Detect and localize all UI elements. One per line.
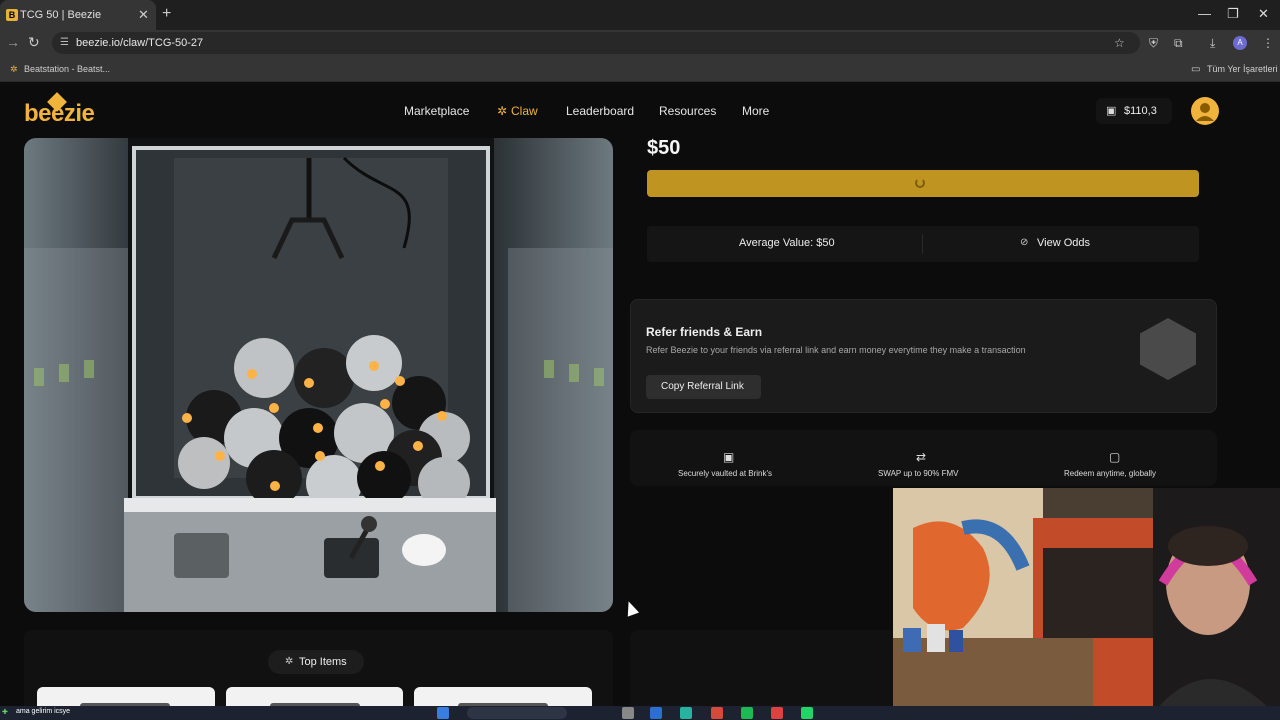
redeem-icon: ▢ bbox=[1109, 450, 1121, 464]
taskbar-app-icon[interactable] bbox=[771, 707, 783, 719]
feature-label: Securely vaulted at Brink's bbox=[678, 469, 773, 478]
nav-resources[interactable]: Resources bbox=[659, 104, 716, 118]
start-icon[interactable] bbox=[437, 707, 449, 719]
taskbar-app-icon[interactable] bbox=[622, 707, 634, 719]
user-avatar[interactable] bbox=[1191, 97, 1219, 125]
shield-extension-icon[interactable]: ⛨ bbox=[1149, 36, 1158, 51]
spotify-icon[interactable] bbox=[741, 707, 753, 719]
loading-spinner-icon bbox=[915, 178, 925, 188]
profile-avatar[interactable]: A bbox=[1233, 36, 1247, 50]
download-icon[interactable]: ⤓ bbox=[1210, 36, 1215, 51]
os-taskbar bbox=[0, 706, 1280, 720]
site-info-icon[interactable]: ☰ bbox=[60, 37, 69, 48]
bookmark-item[interactable]: Beatstation - Beatst... bbox=[24, 64, 110, 74]
user-icon bbox=[1196, 103, 1214, 121]
tab-title: TCG 50 | Beezie bbox=[20, 9, 102, 21]
stats-box bbox=[647, 226, 1199, 262]
vault-icon: ▣ bbox=[723, 450, 735, 464]
maximize-icon[interactable]: ❐ bbox=[1227, 6, 1239, 22]
browser-tab-bar: B TCG 50 | Beezie ✕ + — ❐ ✕ bbox=[0, 0, 1280, 30]
bookmarks-bar bbox=[0, 56, 1280, 82]
sparkle-icon: ✲ bbox=[285, 656, 294, 667]
favicon-icon: B bbox=[6, 9, 18, 21]
minimize-icon[interactable]: — bbox=[1198, 6, 1211, 21]
taskbar-app-icon[interactable] bbox=[650, 707, 662, 719]
claw-nav-icon: ✲ bbox=[497, 104, 508, 118]
notification-text: ama gelirim icsye bbox=[16, 708, 71, 715]
folder-icon: ▭ bbox=[1191, 64, 1201, 75]
top-items-label: Top Items bbox=[299, 656, 347, 668]
extensions-icon[interactable]: ⧉ bbox=[1174, 36, 1183, 51]
taskbar-app-icon[interactable] bbox=[711, 707, 723, 719]
stats-divider bbox=[922, 234, 923, 254]
feature-label: SWAP up to 90% FMV bbox=[878, 469, 959, 478]
site-logo[interactable]: beezie bbox=[24, 100, 95, 128]
average-value: Average Value: $50 bbox=[739, 237, 835, 249]
menu-kebab-icon[interactable]: ⋮ bbox=[1262, 36, 1274, 50]
forward-icon[interactable]: → bbox=[6, 34, 20, 50]
claw-price: $50 bbox=[647, 137, 681, 159]
nav-claw[interactable]: Claw bbox=[511, 104, 538, 118]
webcam-overlay bbox=[893, 488, 1280, 720]
new-tab-icon[interactable]: + bbox=[162, 5, 171, 23]
taskbar-app-icon[interactable] bbox=[680, 707, 692, 719]
referral-description: Refer Beezie to your friends via referra… bbox=[646, 345, 1026, 355]
feature-label: Redeem anytime, globally bbox=[1064, 469, 1157, 478]
close-window-icon[interactable]: ✕ bbox=[1258, 6, 1269, 22]
all-bookmarks[interactable]: Tüm Yer İşaretleri bbox=[1207, 64, 1278, 74]
wallet-balance: $110,3 bbox=[1124, 105, 1157, 117]
wallet-icon: ▣ bbox=[1106, 105, 1117, 117]
claw-machine-image bbox=[24, 138, 613, 612]
odds-icon: ⊘ bbox=[1020, 237, 1029, 248]
url-bar[interactable] bbox=[52, 32, 1140, 54]
swap-icon: ⇄ bbox=[916, 450, 927, 464]
mouse-cursor bbox=[622, 599, 640, 617]
notification-icon: ✚ bbox=[2, 709, 8, 716]
nav-marketplace[interactable]: Marketplace bbox=[404, 104, 469, 118]
reload-icon[interactable]: ↻ bbox=[28, 34, 40, 51]
site-header bbox=[0, 82, 1280, 140]
referral-title: Refer friends & Earn bbox=[646, 325, 763, 339]
bookmark-star-icon[interactable]: ☆ bbox=[1114, 36, 1125, 50]
url-text: beezie.io/claw/TCG-50-27 bbox=[76, 37, 204, 49]
browser-tab[interactable]: B TCG 50 | Beezie ✕ bbox=[0, 0, 156, 30]
copy-referral-label: Copy Referral Link bbox=[661, 381, 744, 392]
view-odds-button[interactable]: View Odds bbox=[1037, 237, 1090, 249]
close-tab-icon[interactable]: ✕ bbox=[138, 7, 149, 23]
bookmark-favicon-icon: ✲ bbox=[10, 64, 18, 74]
taskbar-search[interactable] bbox=[467, 707, 567, 719]
whatsapp-icon[interactable] bbox=[801, 707, 813, 719]
nav-more[interactable]: More bbox=[742, 104, 769, 118]
nav-leaderboard[interactable]: Leaderboard bbox=[566, 104, 634, 118]
